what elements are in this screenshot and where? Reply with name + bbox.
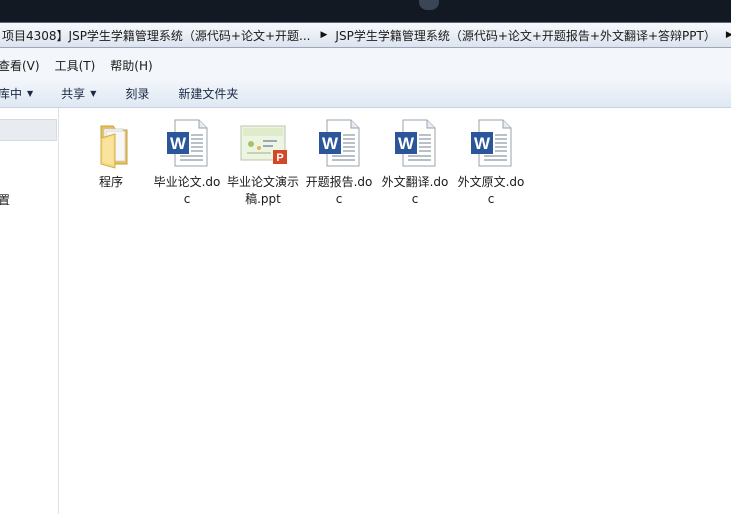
file-name: 开题报告.doc xyxy=(305,175,373,206)
file-item-proposal-doc[interactable]: W 开题报告.doc xyxy=(303,118,375,208)
nav-item-label[interactable]: 置 xyxy=(0,191,10,208)
breadcrumb-chevron-icon[interactable]: ▶ xyxy=(720,30,731,40)
file-name: 毕业论文演示稿.ppt xyxy=(227,175,300,206)
address-bar[interactable]: 项目4308】JSP学生学籍管理系统（源代码+论文+开题... ▶ JSP学生学… xyxy=(0,22,731,48)
breadcrumb-parent[interactable]: 项目4308】JSP学生学籍管理系统（源代码+论文+开题... xyxy=(0,27,315,44)
word-document-icon: W xyxy=(467,118,515,170)
share-button[interactable]: 共享 ▼ xyxy=(61,85,96,102)
navigation-pane[interactable]: 置 xyxy=(0,108,59,514)
file-name: 外文翻译.doc xyxy=(381,175,449,206)
burn-button[interactable]: 刻录 xyxy=(125,85,149,102)
word-document-icon: W xyxy=(163,118,211,170)
file-name: 程序 xyxy=(98,175,123,189)
menu-tools[interactable]: 工具(T) xyxy=(55,57,96,74)
dropdown-arrow-icon: ▼ xyxy=(90,89,97,98)
file-item-thesis-ppt[interactable]: P 毕业论文演示稿.ppt xyxy=(227,118,299,208)
nav-selected-item[interactable] xyxy=(0,119,57,141)
word-document-icon: W xyxy=(391,118,439,170)
breadcrumb-chevron-icon[interactable]: ▶ xyxy=(315,30,334,40)
word-document-icon: W xyxy=(315,118,363,170)
share-label: 共享 xyxy=(61,87,86,101)
new-folder-label: 新建文件夹 xyxy=(178,87,239,101)
menu-help[interactable]: 帮助(H) xyxy=(110,57,152,74)
command-toolbar: 库中 ▼ 共享 ▼ 刻录 新建文件夹 xyxy=(0,80,731,108)
file-item-thesis-doc[interactable]: W 毕业论文.doc xyxy=(151,118,223,208)
folder-icon xyxy=(87,118,135,170)
file-item-translation-doc[interactable]: W 外文翻译.doc xyxy=(379,118,451,208)
file-item-original-doc[interactable]: W 外文原文.doc xyxy=(455,118,527,208)
window-glow xyxy=(419,0,439,10)
svg-text:W: W xyxy=(474,134,491,153)
file-name: 外文原文.doc xyxy=(457,175,525,206)
include-in-library-label: 库中 xyxy=(0,87,23,101)
include-in-library-button[interactable]: 库中 ▼ xyxy=(0,85,33,102)
file-item-program[interactable]: 程序 xyxy=(75,118,147,191)
file-name: 毕业论文.doc xyxy=(153,175,221,206)
breadcrumb-current[interactable]: JSP学生学籍管理系统（源代码+论文+开题报告+外文翻译+答辩PPT） xyxy=(333,27,719,44)
svg-text:P: P xyxy=(276,152,283,164)
svg-text:W: W xyxy=(170,134,187,153)
file-list[interactable]: 程序 W 毕业论文.doc P 毕业论文演示稿.ppt W 开题报告.doc W… xyxy=(60,108,731,514)
menu-view[interactable]: 查看(V) xyxy=(0,57,40,74)
new-folder-button[interactable]: 新建文件夹 xyxy=(178,85,238,102)
svg-text:W: W xyxy=(322,134,339,153)
dropdown-arrow-icon: ▼ xyxy=(27,89,34,98)
window-top-strip xyxy=(0,0,731,22)
menu-bar: 查看(V) 工具(T) 帮助(H) xyxy=(0,48,731,84)
powerpoint-document-icon: P xyxy=(239,118,287,170)
svg-text:W: W xyxy=(398,134,415,153)
burn-label: 刻录 xyxy=(125,87,150,101)
